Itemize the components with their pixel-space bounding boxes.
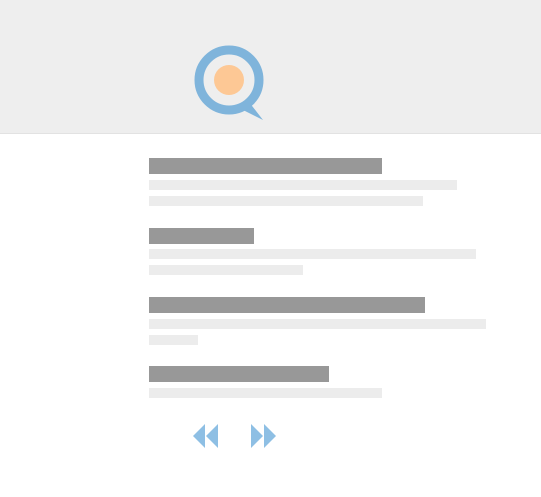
result-title-placeholder[interactable] xyxy=(149,297,425,313)
result-snippet-line-placeholder xyxy=(149,335,198,345)
result-snippet-line-placeholder xyxy=(149,180,457,190)
result-title-placeholder[interactable] xyxy=(149,158,382,174)
result-snippet-line-placeholder xyxy=(149,319,486,329)
result-snippet-line-placeholder xyxy=(149,196,423,206)
result-title-placeholder[interactable] xyxy=(149,228,254,244)
result-snippet-line-placeholder xyxy=(149,265,303,275)
double-chevron-right-icon[interactable] xyxy=(250,422,276,450)
result-snippet-line-placeholder xyxy=(149,249,476,259)
double-chevron-left-icon[interactable] xyxy=(193,422,219,450)
result-snippet-line-placeholder xyxy=(149,388,382,398)
result-title-placeholder[interactable] xyxy=(149,366,329,382)
